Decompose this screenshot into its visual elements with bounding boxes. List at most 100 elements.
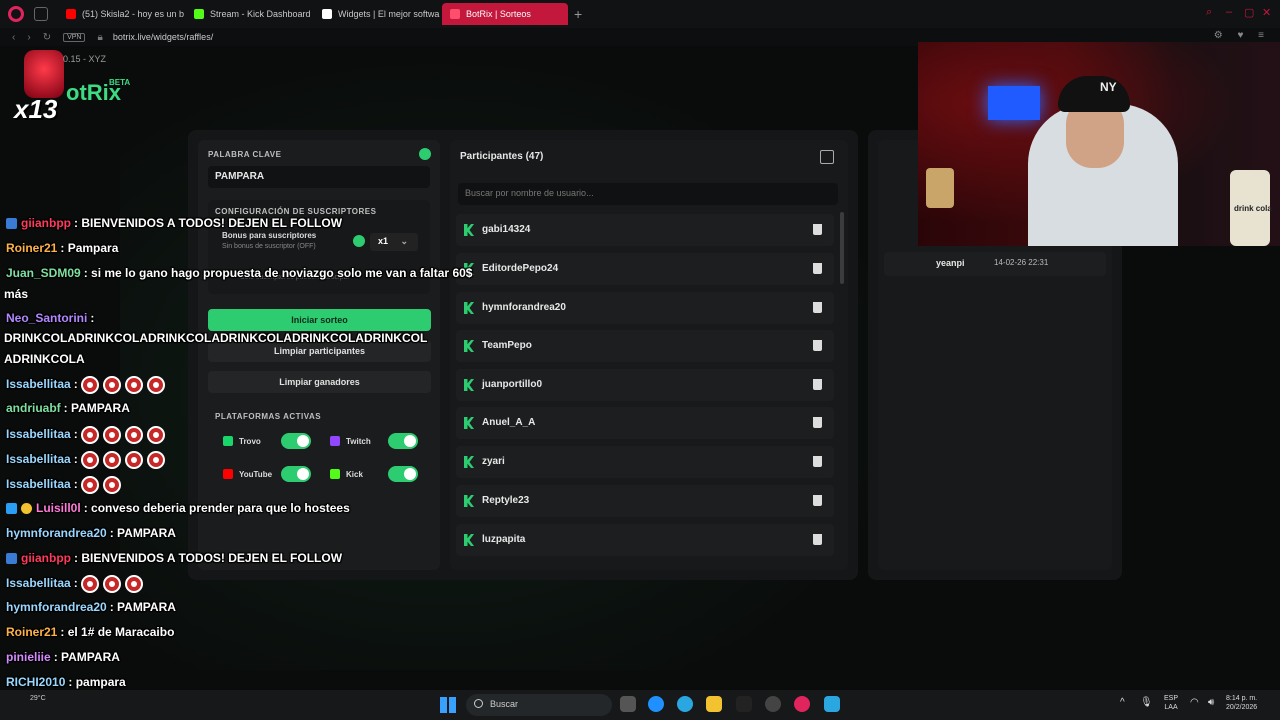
trash-icon[interactable] <box>813 456 822 467</box>
chat-username: Issabellitaa <box>6 477 71 492</box>
opera-logo-icon[interactable] <box>8 6 24 22</box>
tab-youtube[interactable]: (51) Skisla2 - hoy es un b <box>58 3 186 25</box>
chat-username: hymnforandrea20 <box>6 600 107 614</box>
windows-start-icon[interactable] <box>440 697 456 713</box>
opera-gx-icon[interactable] <box>794 696 810 712</box>
chat-text: : <box>90 311 95 325</box>
chat-message: Roiner21: Pampara <box>6 241 118 255</box>
chat-text: : PAMPARA <box>109 526 176 540</box>
chat-text: ADRINKCOLA <box>4 352 85 366</box>
keyword-input[interactable]: PAMPARA <box>208 166 430 188</box>
close-icon[interactable]: ✕ <box>1262 6 1271 19</box>
weather-widget[interactable]: 29°C <box>30 695 46 702</box>
trash-icon[interactable] <box>813 340 822 351</box>
microphone-icon[interactable]: 🎙︎ <box>1140 698 1153 708</box>
telegram-icon[interactable] <box>677 696 693 712</box>
wifi-icon[interactable]: ◠ <box>1190 698 1199 708</box>
youtube-toggle[interactable] <box>281 466 311 482</box>
back-icon[interactable]: ‹ <box>12 32 15 43</box>
time: 8:14 p. m. <box>1226 695 1258 702</box>
tab-widgets[interactable]: Widgets | El mejor softwa <box>314 3 442 25</box>
tab-kick-dashboard[interactable]: Stream - Kick Dashboard <box>186 3 314 25</box>
trash-icon[interactable] <box>813 417 822 428</box>
extensions-icon[interactable]: ⚙ ♥ ≡ <box>1214 30 1270 41</box>
trovo-toggle[interactable] <box>281 433 311 449</box>
emote-icon <box>103 376 122 394</box>
app-icon[interactable] <box>824 696 840 712</box>
emote-icon <box>103 426 122 444</box>
tray-chevron-icon[interactable]: ^ <box>1120 698 1125 708</box>
kick-toggle[interactable] <box>388 466 418 482</box>
badge-icon <box>6 553 17 565</box>
cap-logo: NY <box>1100 80 1117 94</box>
botrix-icon <box>450 9 460 19</box>
kick-icon <box>464 224 474 236</box>
trash-icon[interactable] <box>813 534 822 545</box>
participants-scrollbar[interactable] <box>840 212 844 284</box>
twitch-toggle[interactable] <box>388 433 418 449</box>
info-icon[interactable] <box>353 235 365 247</box>
copy-icon[interactable] <box>820 150 834 164</box>
file-explorer-icon[interactable] <box>706 696 722 712</box>
trovo-icon <box>223 436 233 446</box>
multiplier-select[interactable]: x1 ⌄ <box>370 233 418 251</box>
maximize-icon[interactable]: ▢ <box>1244 6 1254 19</box>
edge-icon[interactable] <box>648 696 664 712</box>
language-indicator[interactable]: ESP LAA <box>1164 694 1178 712</box>
search-icon <box>474 699 483 708</box>
obs-icon[interactable] <box>765 696 781 712</box>
trash-icon[interactable] <box>813 302 822 313</box>
tab-botrix-sorteos[interactable]: BotRix | Sorteos <box>442 3 568 25</box>
chat-message: más <box>4 287 28 301</box>
tab-label: (51) Skisla2 - hoy es un b <box>82 9 185 19</box>
tab-label: BotRix | Sorteos <box>466 9 531 19</box>
chat-message: ADRINKCOLA <box>4 352 85 366</box>
tab-manager-icon[interactable] <box>34 7 48 21</box>
bonus-subtitle: Sin bonus de suscriptor (OFF) <box>222 243 316 250</box>
participant-search-input[interactable]: Buscar por nombre de usuario... <box>458 183 838 205</box>
emote-icon <box>81 376 100 394</box>
trash-icon[interactable] <box>813 379 822 390</box>
trash-icon[interactable] <box>813 263 822 274</box>
participant-name: Anuel_A_A <box>482 417 536 428</box>
clock[interactable]: 8:14 p. m. 20/2/2026 <box>1226 694 1257 712</box>
participant-row: juanportillo0 <box>456 369 834 401</box>
reload-icon[interactable]: ↻ <box>43 32 51 43</box>
chat-message: hymnforandrea20: PAMPARA <box>6 600 176 614</box>
chat-text: : <box>73 576 78 591</box>
vpn-badge[interactable]: VPN <box>63 32 86 42</box>
chat-username: Neo_Santorini <box>6 311 88 325</box>
taskbar-search[interactable]: Buscar <box>466 694 612 716</box>
participant-row: TeamPepo <box>456 330 834 362</box>
clear-winners-button[interactable]: Limpiar ganadores <box>208 371 431 393</box>
chat-username: Issabellitaa <box>6 576 71 591</box>
platform-trovo: Trovo <box>223 436 261 446</box>
chat-text: : BIENVENIDOS A TODOS! DEJEN EL FOLLOW <box>74 216 343 230</box>
url-field[interactable]: botrix.live/widgets/raffles/ <box>113 32 213 42</box>
capcut-icon[interactable] <box>736 696 752 712</box>
chat-username: Juan_SDM09 <box>6 266 81 280</box>
trash-icon[interactable] <box>813 495 822 506</box>
drink-can-overlay-icon <box>24 50 64 98</box>
task-view-icon[interactable] <box>620 696 636 712</box>
chat-username: RICHI2010 <box>6 675 66 689</box>
platform-label: YouTube <box>239 469 273 479</box>
badge-icon <box>6 218 17 230</box>
minimize-icon[interactable]: – <box>1226 6 1232 18</box>
twitch-icon <box>330 436 340 446</box>
chat-text: : el 1# de Maracaibo <box>60 625 175 639</box>
search-icon[interactable]: ⌕ <box>1206 6 1212 19</box>
platforms-label: PLATAFORMAS ACTIVAS <box>215 412 322 421</box>
volume-icon[interactable]: 🔊︎ <box>1208 698 1214 708</box>
new-tab-button[interactable]: + <box>574 6 582 22</box>
chat-message: pinieliie: PAMPARA <box>6 650 120 664</box>
status-indicator-icon <box>419 148 431 160</box>
chat-username: Roiner21 <box>6 241 58 255</box>
taskbar <box>0 690 1280 720</box>
trash-icon[interactable] <box>813 224 822 235</box>
chat-text: : <box>73 477 78 492</box>
start-raffle-button[interactable]: Iniciar sorteo <box>208 309 431 331</box>
platform-label: Kick <box>346 469 363 479</box>
forward-icon[interactable]: › <box>27 32 30 43</box>
platform-label: Twitch <box>346 436 371 446</box>
